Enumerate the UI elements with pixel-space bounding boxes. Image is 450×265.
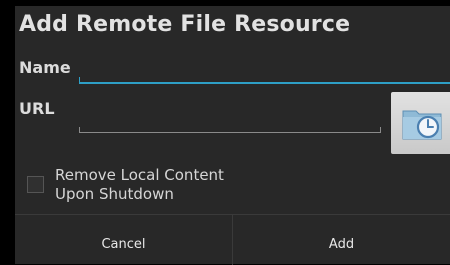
url-label: URL — [19, 99, 55, 118]
name-input[interactable] — [79, 77, 450, 84]
browse-button[interactable] — [391, 92, 450, 154]
add-button[interactable]: Add — [233, 215, 450, 265]
url-input[interactable] — [79, 127, 381, 133]
add-remote-file-dialog: Add Remote File Resource Name URL Remove… — [15, 6, 450, 265]
remove-local-content-label: Remove Local Content Upon Shutdown — [55, 166, 224, 204]
remove-local-content-checkbox[interactable] — [27, 176, 44, 193]
dialog-title: Add Remote File Resource — [19, 12, 351, 37]
cancel-button[interactable]: Cancel — [15, 215, 233, 265]
folder-clock-icon — [402, 110, 442, 140]
name-label: Name — [19, 58, 71, 77]
checkbox-label-line1: Remove Local Content — [55, 166, 224, 184]
button-bar: Cancel Add — [15, 214, 450, 265]
checkbox-label-line2: Upon Shutdown — [55, 185, 174, 203]
